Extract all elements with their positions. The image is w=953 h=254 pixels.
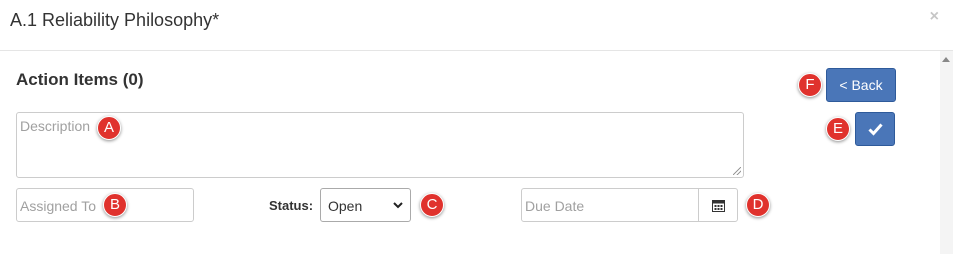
description-placeholder: Description [20,118,91,134]
due-date-placeholder: Due Date [525,198,585,214]
description-textarea[interactable]: Description [16,112,744,178]
calendar-icon [712,200,725,212]
chevron-down-icon [393,202,403,209]
annotation-marker-a: A [97,116,121,140]
assigned-to-placeholder: Assigned To [20,198,97,214]
annotation-marker-d: D [746,193,770,217]
status-select-value: Open [328,198,363,214]
annotation-marker-b: B [103,193,127,217]
vertical-scrollbar[interactable] [940,51,953,254]
modal-title: A.1 Reliability Philosophy* [10,10,220,30]
annotation-marker-c: C [420,193,444,217]
status-label: Status: [269,198,314,213]
calendar-button[interactable] [698,188,738,222]
close-icon[interactable]: × [930,8,939,26]
scroll-up-arrow-icon[interactable] [942,57,950,62]
resize-grip-icon[interactable] [733,167,741,175]
check-icon [868,123,883,136]
modal-header: A.1 Reliability Philosophy* × [0,0,953,51]
due-date-input[interactable]: Due Date [521,188,699,222]
status-select[interactable]: Open [320,188,411,222]
annotation-marker-e: E [826,117,850,141]
annotation-marker-f: F [798,73,822,97]
back-button[interactable]: < Back [826,68,896,102]
section-title: Action Items (0) [16,70,144,89]
save-check-button[interactable] [855,112,895,146]
